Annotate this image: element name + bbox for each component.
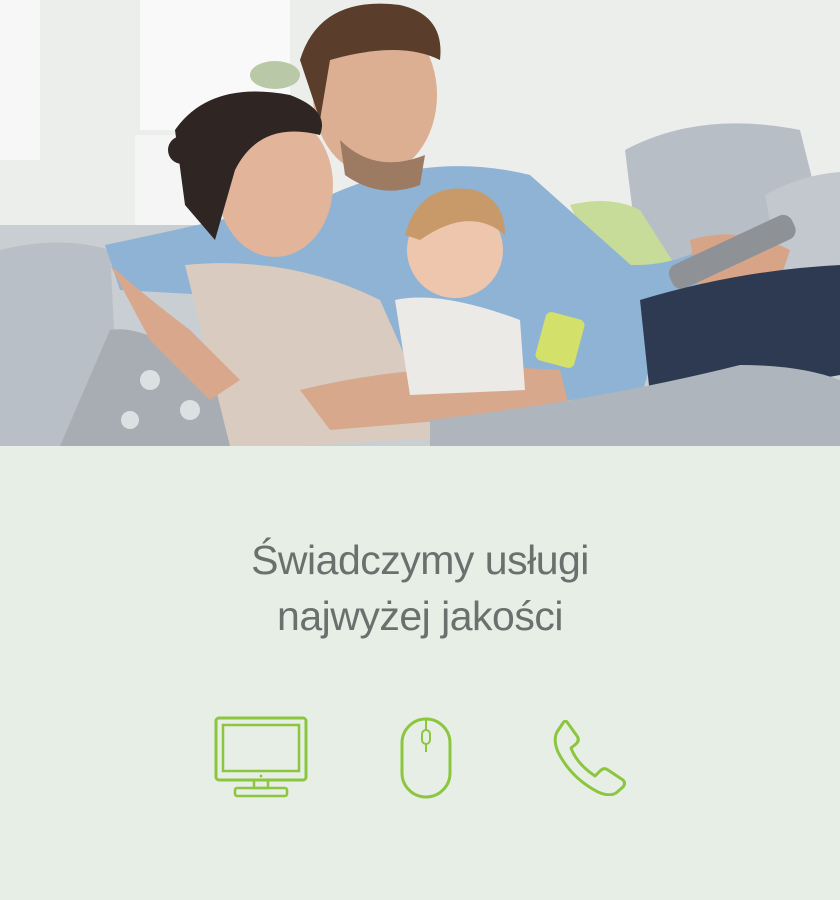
tv-icon xyxy=(214,716,308,798)
services-panel xyxy=(0,446,840,900)
headline-line-2: najwyżej jakości xyxy=(277,593,563,639)
tv-service-link[interactable] xyxy=(214,716,308,798)
phone-service-link[interactable] xyxy=(553,720,627,796)
service-icons xyxy=(0,716,840,800)
page-title: Świadczymy usługi najwyżej jakości xyxy=(0,532,840,644)
mouse-icon xyxy=(400,717,452,799)
hero-photo xyxy=(0,0,840,446)
headline-line-1: Świadczymy usługi xyxy=(251,537,589,583)
family-watching-tv-photo xyxy=(0,0,840,446)
internet-service-link[interactable] xyxy=(399,716,453,800)
phone-icon xyxy=(553,720,626,796)
